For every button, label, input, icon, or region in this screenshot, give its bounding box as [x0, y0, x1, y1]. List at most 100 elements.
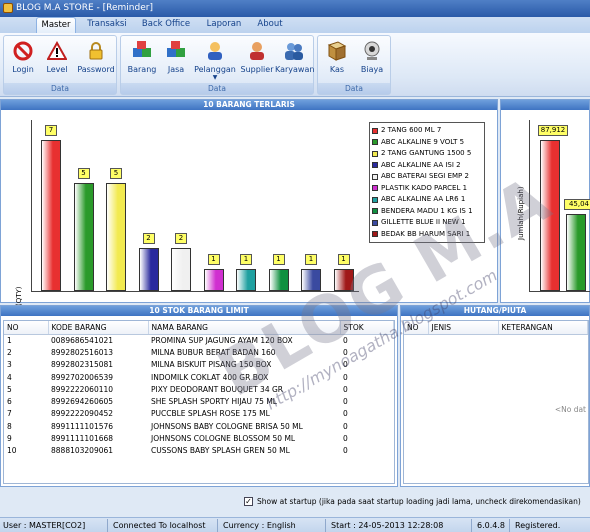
chart-bar [268, 269, 289, 291]
table-row[interactable]: 10 8888103209061 CUSSONS BABY SPLASH GREN … [4, 445, 394, 457]
empty-text: <No dat [554, 405, 586, 414]
table-cell: 0 [343, 372, 348, 382]
legend-swatch [372, 162, 378, 169]
col-jenis[interactable]: JENIS [428, 321, 499, 335]
legend-item: 2 TANG GANTUNG 1500 5 [372, 148, 482, 160]
chart-bar [106, 183, 126, 291]
karyawan-label: Karyawan [275, 65, 315, 74]
table-cell: 0 [343, 409, 348, 419]
legend-swatch [372, 150, 378, 157]
tab-back-office[interactable]: Back Office [140, 17, 192, 33]
legend-item: PLASTIK KADO PARCEL 1 [372, 183, 482, 195]
jasa-button[interactable]: Jasa [161, 38, 191, 82]
bar-value-label: 1 [272, 254, 285, 265]
legend-swatch [372, 219, 378, 226]
password-label: Password [77, 65, 115, 74]
status-registered: Registered. [515, 521, 561, 530]
table-cell: 7 [7, 409, 12, 419]
legend-label: PLASTIK KADO PARCEL 1 [381, 183, 468, 192]
chart-bar [73, 183, 94, 291]
table-cell: 8991111101576 [51, 421, 114, 431]
table-cell: 8992222060110 [51, 384, 114, 394]
legend-label: 2 TANG GANTUNG 1500 5 [381, 149, 472, 157]
top10-chart: 7 5 5 2 2 1 1 1 1 1 [31, 120, 359, 292]
supplier-button[interactable]: Supplier [239, 38, 275, 82]
login-button[interactable]: Login [8, 38, 38, 82]
status-connection: Connected To localhost [110, 519, 218, 532]
chart-bar [203, 269, 224, 291]
chart-bar [41, 140, 61, 291]
legend-swatch [372, 196, 378, 203]
table-row[interactable]: 8 8991111101576 JOHNSONS BABY COLOGNE BRIS… [4, 420, 394, 432]
table-cell: 0 [343, 384, 348, 394]
table-cell: 9 [7, 434, 12, 444]
legend-swatch [372, 127, 378, 134]
no-entry-icon [12, 40, 34, 62]
tab-about[interactable]: About [254, 17, 286, 33]
karyawan-button[interactable]: Karyawan [275, 38, 315, 82]
legend-item: ABC BATERAI SEGI EMP 2 [372, 171, 482, 183]
table-row[interactable]: 6 8992694260605 SHE SPLASH SPORTY HIJAU 75… [4, 395, 394, 407]
tab-master[interactable]: Master [36, 17, 76, 33]
table-row[interactable]: 7 8992222090452 PUCCBLE SPLASH ROSE 175 ML… [4, 408, 394, 420]
book-icon [326, 40, 348, 62]
bar-value-label: 7 [45, 125, 57, 136]
startup-label: Show at startup (jika pada saat startup … [257, 496, 581, 506]
pelanggan-label: Pelanggan [194, 65, 236, 74]
lock-icon [85, 40, 107, 62]
top10-header: 10 BARANG TERLARIS [1, 100, 497, 110]
rupiah-header [501, 100, 589, 110]
status-version: 6.0.4.8 [474, 519, 510, 532]
chart-bar [566, 214, 586, 291]
level-button[interactable]: Level [42, 38, 72, 82]
bar-value-label: 5 [110, 168, 122, 179]
group-caption: Data [121, 83, 313, 94]
bar-value-label: 1 [207, 254, 220, 265]
window-title: BLOG M.A STORE - [Reminder] [16, 3, 153, 13]
table-row[interactable]: 5 8992222060110 PIXY DEODORANT BOUQUET 34 … [4, 383, 394, 395]
table-cell: 8992802315081 [51, 360, 114, 370]
password-button[interactable]: Password [76, 38, 116, 82]
ribbon-group-finance: Kas Biaya Data [317, 35, 391, 95]
legend-swatch [372, 173, 378, 180]
table-cell: 0 [343, 397, 348, 407]
person-icon [246, 40, 268, 62]
bar-value-label: 2 [142, 233, 155, 244]
title-bar: BLOG M.A STORE - [Reminder] [0, 0, 590, 17]
tab-transaksi[interactable]: Transaksi [84, 17, 130, 33]
kas-button[interactable]: Kas [322, 38, 352, 82]
legend-swatch [372, 185, 378, 192]
hutang-panel: HUTANG/PIUTA NO JENIS KETERANGAN <No dat [400, 305, 590, 487]
table-cell: 8992222090452 [51, 409, 114, 419]
hutang-grid[interactable]: NO JENIS KETERANGAN <No dat [403, 320, 589, 484]
barang-button[interactable]: Barang [125, 38, 159, 82]
barang-label: Barang [127, 65, 157, 74]
chart-bar [236, 269, 256, 291]
login-label: Login [12, 65, 34, 74]
boxes-icon [131, 40, 153, 62]
webcam-icon [361, 40, 383, 62]
table-cell: 8992694260605 [51, 397, 114, 407]
table-cell: 10 [7, 446, 17, 456]
table-row[interactable]: 9 8991111101668 JOHNSONS COLOGNE BLOSSOM 5… [4, 432, 394, 444]
ribbon-group-data: Barang Jasa Pelanggan ▼ Supplier Karyawa… [120, 35, 314, 95]
col-no[interactable]: NO [4, 321, 49, 335]
pelanggan-button[interactable]: Pelanggan ▼ [193, 38, 237, 82]
startup-checkbox[interactable]: ✓ [244, 496, 253, 506]
table-cell: 0 [343, 421, 348, 431]
table-cell: 5 [7, 384, 12, 394]
boxes-icon [165, 40, 187, 62]
table-cell: 0089686541021 [51, 335, 114, 345]
ribbon: Login Level Password Data Barang Jasa Pe… [0, 33, 590, 97]
col-kode[interactable]: KODE BARANG [48, 321, 149, 335]
status-currency: Currency : English [220, 519, 326, 532]
biaya-label: Biaya [360, 65, 384, 74]
tab-laporan[interactable]: Laporan [202, 17, 246, 33]
table-cell: 8 [7, 421, 12, 431]
bar-value-label: 1 [305, 254, 317, 265]
col-keterangan[interactable]: KETERANGAN [498, 321, 588, 335]
biaya-button[interactable]: Biaya [356, 38, 388, 82]
table-cell: JOHNSONS BABY COLOGNE BRISA 50 ML [151, 421, 303, 431]
menu-tabs: Master Transaksi Back Office Laporan Abo… [0, 17, 590, 33]
bar-value-label: 1 [240, 254, 252, 265]
